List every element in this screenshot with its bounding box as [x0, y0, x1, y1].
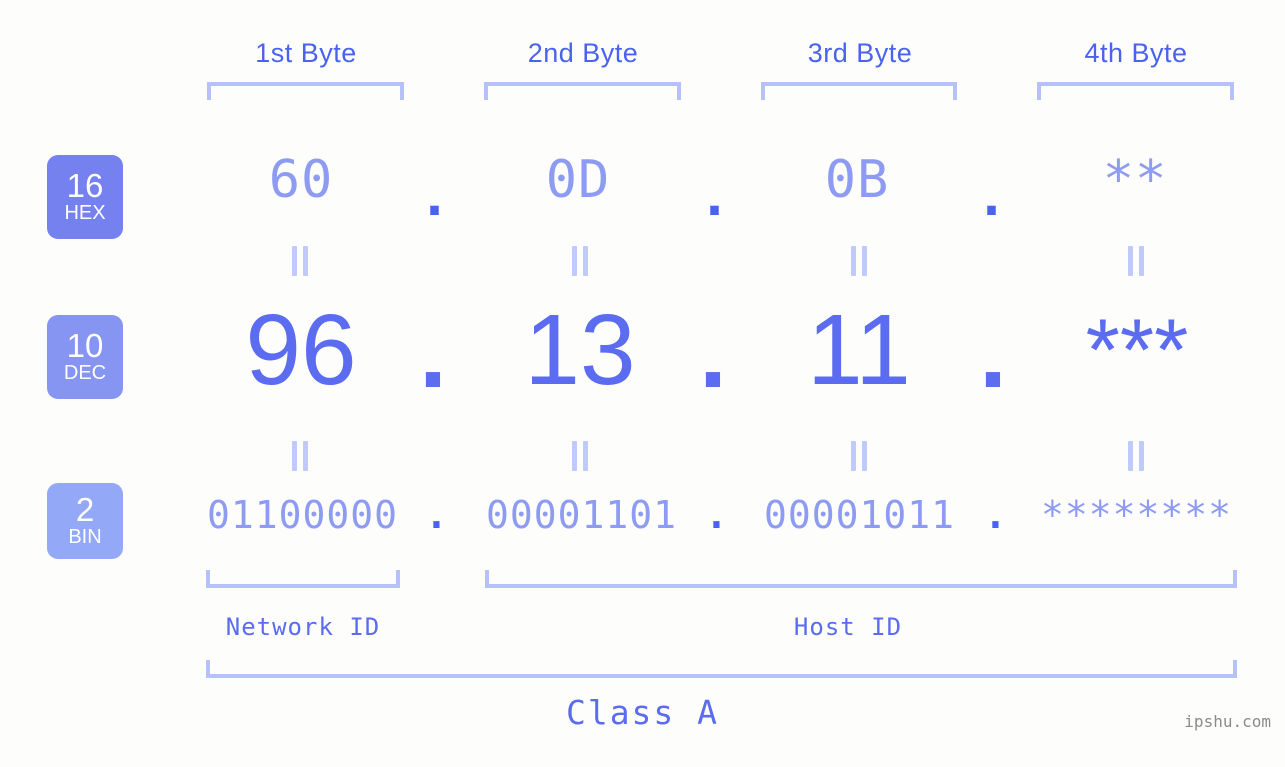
- equals-mark-hex-dec-1: [288, 246, 312, 276]
- byte-bracket-2: [484, 82, 681, 100]
- network-id-label: Network ID: [225, 613, 381, 641]
- byte-header-label-2: 2nd Byte: [527, 38, 639, 68]
- dec-separator-3: .: [979, 297, 1007, 409]
- bin-separator-2: .: [705, 493, 729, 537]
- bin-byte-2: 00001101: [485, 493, 678, 537]
- byte-header-label-3: 3rd Byte: [807, 38, 913, 68]
- dec-byte-2: 13: [524, 294, 636, 406]
- bin-byte-4: ********: [1040, 493, 1233, 537]
- base-badge-hex-number: 16: [66, 167, 104, 204]
- equals-mark-dec-bin-2: [568, 441, 592, 471]
- hex-separator-3: .: [975, 168, 1009, 228]
- base-badge-bin: 2 BIN: [47, 483, 123, 559]
- dec-separator-2: .: [699, 297, 727, 409]
- class-bracket: [206, 660, 1237, 678]
- bin-byte-1: 01100000: [206, 493, 399, 537]
- equals-mark-hex-dec-4: [1124, 246, 1148, 276]
- network-id-bracket: [206, 570, 400, 588]
- host-id-label: Host ID: [793, 613, 903, 641]
- dec-byte-4: ***: [1085, 300, 1189, 399]
- equals-mark-dec-bin-4: [1124, 441, 1148, 471]
- byte-header-label-1: 1st Byte: [255, 38, 357, 68]
- watermark: ipshu.com: [1184, 712, 1271, 731]
- bin-separator-3: .: [984, 493, 1008, 537]
- equals-mark-hex-dec-3: [847, 246, 871, 276]
- base-badge-hex: 16 HEX: [47, 155, 123, 239]
- host-id-bracket: [485, 570, 1237, 588]
- equals-mark-dec-bin-1: [288, 441, 312, 471]
- byte-header-label-4: 4th Byte: [1084, 38, 1188, 68]
- hex-byte-2: 0D: [545, 150, 611, 210]
- byte-bracket-4: [1037, 82, 1234, 100]
- dec-byte-3: 11: [807, 294, 911, 406]
- hex-byte-3: 0B: [824, 150, 890, 210]
- equals-mark-hex-dec-2: [568, 246, 592, 276]
- base-badge-dec-number: 10: [66, 327, 104, 364]
- base-badge-dec-name: DEC: [63, 362, 107, 384]
- ip-address-breakdown-diagram: 1st Byte 2nd Byte 3rd Byte 4th Byte 16 H…: [0, 0, 1285, 767]
- bin-byte-3: 00001011: [763, 493, 956, 537]
- hex-byte-4: **: [1102, 150, 1168, 210]
- base-badge-hex-name: HEX: [64, 202, 106, 224]
- dec-byte-1: 96: [245, 294, 357, 406]
- base-badge-bin-name: BIN: [68, 526, 102, 548]
- hex-separator-2: .: [698, 168, 732, 228]
- bin-separator-1: .: [425, 493, 449, 537]
- base-badge-bin-number: 2: [75, 491, 95, 528]
- dec-separator-1: .: [419, 297, 447, 409]
- hex-byte-1: 60: [268, 150, 334, 210]
- byte-bracket-1: [207, 82, 404, 100]
- class-label: Class A: [565, 693, 720, 732]
- base-badge-dec: 10 DEC: [47, 315, 123, 399]
- hex-separator-1: .: [418, 168, 452, 228]
- byte-bracket-3: [761, 82, 957, 100]
- equals-mark-dec-bin-3: [847, 441, 871, 471]
